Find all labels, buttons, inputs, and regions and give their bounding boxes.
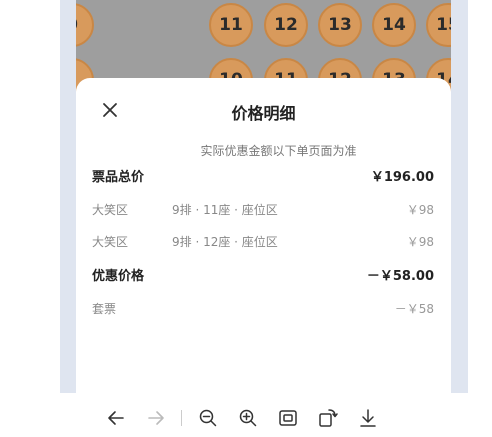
discount-row: 优惠价格 －￥58.00	[92, 265, 434, 284]
ticket-area: 大笑区	[92, 235, 129, 249]
seat-12[interactable]: 12	[264, 3, 308, 47]
seat-14[interactable]: 14	[372, 3, 416, 47]
total-label: 票品总价	[92, 170, 145, 185]
price-detail-sheet: 价格明细 实际优惠金额以下单页面为准 票品总价 ￥196.00 大笑区 9排 ·…	[76, 78, 451, 393]
rotate-icon[interactable]	[317, 407, 339, 429]
fit-screen-icon[interactable]	[277, 407, 299, 429]
zoom-in-icon[interactable]	[237, 407, 259, 429]
seat-15[interactable]: 15	[426, 3, 451, 47]
ticket-area: 大笑区	[92, 203, 129, 217]
arrow-right-icon[interactable]	[145, 407, 167, 429]
total-row: 票品总价 ￥196.00	[92, 166, 434, 185]
zoom-out-icon[interactable]	[197, 407, 219, 429]
arrow-left-icon[interactable]	[105, 407, 127, 429]
image-viewer: 0 11 12 13 14 15 10 11 12 13 14 价格明细 实际优…	[60, 0, 468, 393]
discount-label: 优惠价格	[92, 269, 145, 284]
ticket-seat: 9排 · 11座 · 座位区	[172, 203, 278, 217]
ticket-price: ￥98	[406, 235, 434, 249]
ticket-seat: 9排 · 12座 · 座位区	[172, 235, 278, 249]
ticket-row: 大笑区 9排 · 12座 · 座位区 ￥98	[92, 233, 434, 250]
seat-11[interactable]: 11	[209, 3, 253, 47]
seat-partial[interactable]: 0	[76, 3, 94, 47]
total-amount: ￥196.00	[370, 170, 434, 185]
discount-item-amount: －￥58	[394, 302, 434, 316]
seat-13[interactable]: 13	[318, 3, 362, 47]
toolbar-divider	[181, 410, 182, 426]
ticket-price: ￥98	[406, 203, 434, 217]
sheet-title: 价格明细	[231, 104, 296, 123]
ticket-row: 大笑区 9排 · 11座 · 座位区 ￥98	[92, 201, 434, 218]
discount-item-label: 套票	[92, 302, 117, 316]
discount-amount: －￥58.00	[366, 269, 434, 284]
download-icon[interactable]	[357, 407, 379, 429]
discount-item-row: 套票 －￥58	[92, 300, 434, 317]
viewer-toolbar	[0, 400, 492, 437]
price-note: 实际优惠金额以下单页面为准	[200, 144, 357, 158]
